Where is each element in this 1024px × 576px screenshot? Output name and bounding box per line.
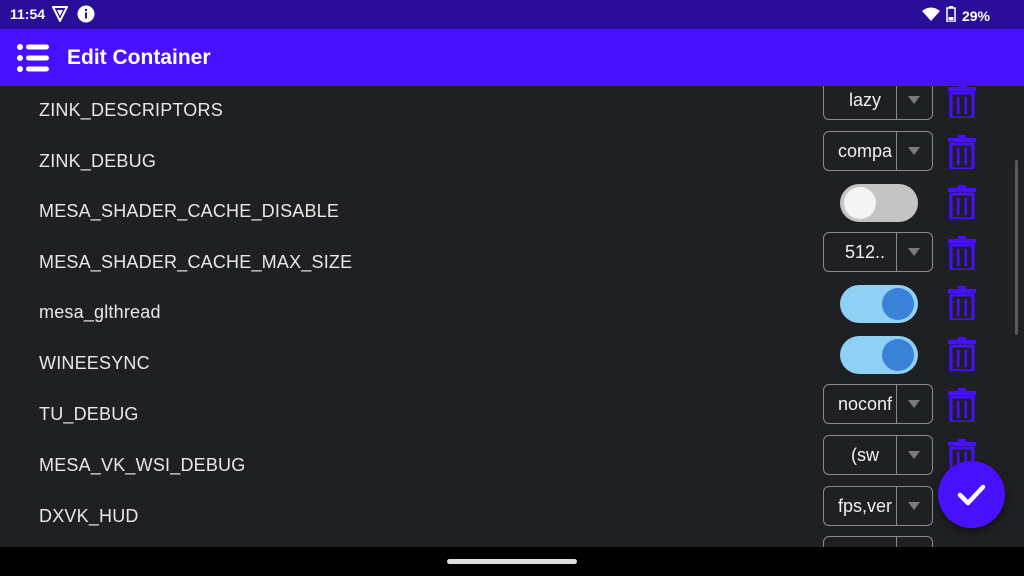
env-var-value-select[interactable]: 512..: [823, 232, 933, 272]
select-value: 512..: [844, 242, 886, 262]
dropdown-arrow-icon: [908, 451, 920, 459]
env-var-toggle[interactable]: [840, 285, 918, 323]
status-right-group: 29%: [921, 6, 990, 25]
dropdown-arrow-icon: [908, 96, 920, 104]
select-divider: [896, 436, 897, 474]
env-var-name: ZINK_DEBUG: [39, 151, 157, 171]
list-item: ZINK_DESCRIPTORS lazy: [0, 86, 1024, 136]
select-value: noconf: [837, 394, 893, 414]
battery-level: 29%: [961, 7, 990, 24]
trash-icon[interactable]: [948, 135, 976, 171]
env-var-name: MESA_SHADER_CACHE_DISABLE: [39, 201, 340, 221]
select-value: compa: [837, 141, 893, 161]
select-divider: [896, 487, 897, 525]
env-var-name: WINEESYNC: [39, 353, 150, 373]
wifi-icon: [921, 7, 940, 24]
toggle-knob: [882, 339, 914, 371]
env-var-name: MESA_VK_WSI_DEBUG: [39, 455, 246, 475]
env-var-value-select[interactable]: fps,ver: [823, 486, 933, 526]
env-var-value-select[interactable]: lazy: [823, 86, 933, 120]
dropdown-arrow-icon: [908, 400, 920, 408]
list-item: DXVK_HUD fps,ver: [0, 486, 1024, 542]
trash-icon[interactable]: [948, 185, 976, 221]
trash-icon[interactable]: [948, 388, 976, 424]
env-var-value-select[interactable]: [823, 536, 933, 547]
navigation-bar: [0, 547, 1024, 576]
status-time: 11:54: [10, 6, 46, 22]
env-var-name: MESA_SHADER_CACHE_MAX_SIZE: [39, 252, 353, 272]
select-divider: [896, 86, 897, 119]
env-var-name: mesa_glthread: [39, 302, 161, 322]
list-item: WINEESYNC: [0, 336, 1024, 389]
list-item: MESA_SHADER_CACHE_DISABLE: [0, 184, 1024, 237]
dropdown-arrow-icon: [908, 248, 920, 256]
battery-icon: [946, 6, 956, 25]
env-var-value-select[interactable]: noconf: [823, 384, 933, 424]
toggle-knob: [844, 187, 876, 219]
dropdown-arrow-icon: [908, 502, 920, 510]
trash-icon[interactable]: [948, 86, 976, 120]
app-bar: Edit Container: [0, 29, 1024, 86]
env-var-toggle[interactable]: [840, 336, 918, 374]
select-divider: [896, 537, 897, 547]
select-value: lazy: [848, 90, 881, 110]
info-icon: [77, 5, 95, 23]
select-value: fps,ver: [837, 496, 893, 516]
env-var-name: DXVK_HUD: [39, 506, 139, 526]
shield-icon: [51, 6, 69, 24]
select-divider: [896, 233, 897, 271]
list-item: TU_DEBUG noconf: [0, 384, 1024, 440]
status-bar: 11:54 29%: [0, 0, 1024, 29]
select-value: (sw: [851, 445, 879, 465]
list-item: MESA_VK_WSI_DEBUG (sw: [0, 435, 1024, 491]
home-gesture-handle[interactable]: [447, 559, 577, 564]
select-divider: [896, 132, 897, 170]
toggle-knob: [882, 288, 914, 320]
menu-icon[interactable]: [17, 44, 49, 72]
env-var-value-select[interactable]: compa: [823, 131, 933, 171]
check-icon: [957, 484, 986, 506]
list-item: ZINK_DEBUG compa: [0, 131, 1024, 187]
page-title: Edit Container: [67, 46, 211, 69]
list-item: MESA_SHADER_CACHE_MAX_SIZE 512..: [0, 232, 1024, 288]
select-divider: [896, 385, 897, 423]
trash-icon[interactable]: [948, 286, 976, 322]
env-var-list[interactable]: ZINK_DESCRIPTORS lazy ZINK_DEBUG compa M…: [0, 86, 1024, 547]
trash-icon[interactable]: [948, 337, 976, 373]
env-var-value-select[interactable]: (sw: [823, 435, 933, 475]
scrollbar[interactable]: [1015, 160, 1018, 335]
dropdown-arrow-icon: [908, 147, 920, 155]
env-var-toggle[interactable]: [840, 184, 918, 222]
list-item: mesa_glthread: [0, 285, 1024, 338]
trash-icon[interactable]: [948, 236, 976, 272]
env-var-name: TU_DEBUG: [39, 404, 139, 424]
save-fab-button[interactable]: [938, 461, 1005, 528]
env-var-name: ZINK_DESCRIPTORS: [39, 100, 223, 120]
